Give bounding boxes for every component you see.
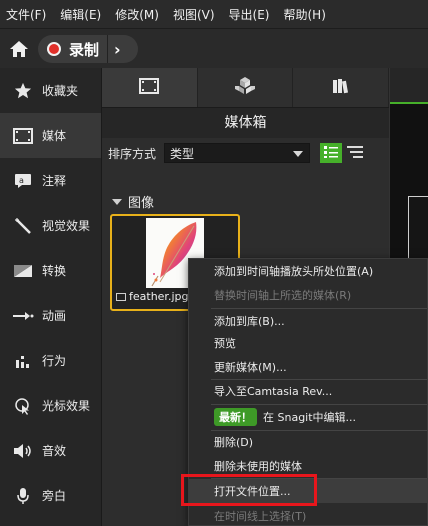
images-section-header[interactable]: 图像 (112, 192, 154, 211)
sidebar-item-label: 转换 (42, 264, 67, 278)
menu-view[interactable]: 视图(V) (173, 6, 215, 23)
toolbar: 录制 › (0, 28, 428, 68)
record-dot-icon (47, 42, 61, 56)
menu-file[interactable]: 文件(F) (6, 6, 46, 23)
sidebar-item-annotations[interactable]: a 注释 (0, 158, 101, 203)
menu-item-label: 更新媒体(M)... (214, 361, 287, 374)
menu-item-preview[interactable]: 预览 (189, 331, 428, 355)
menu-item-replace-selected-media[interactable]: 替换时间轴上所选的媒体(R) (189, 283, 428, 307)
image-file-icon (116, 292, 126, 301)
menu-item-select-on-timeline[interactable]: 在时间线上选择(T) (189, 504, 428, 526)
star-icon (12, 81, 34, 101)
sidebar-item-label: 光标效果 (42, 399, 91, 413)
sidebar-item-transitions[interactable]: 转换 (0, 248, 101, 293)
menu-bar: 文件(F) 编辑(E) 修改(M) 视图(V) 导出(E) 帮助(H) (0, 0, 428, 28)
panel-title: 媒体箱 (102, 108, 389, 138)
menu-item-label: 删除(D) (214, 436, 254, 449)
thumbnail-view-button[interactable] (320, 143, 343, 163)
sidebar-item-media[interactable]: 媒体 (0, 113, 101, 158)
record-label: 录制 (69, 40, 100, 59)
menu-item-label: 添加到时间轴播放头所处位置(A) (214, 265, 374, 278)
sidebar-item-visual-effects[interactable]: 视觉效果 (0, 203, 101, 248)
new-badge: 最新！ (214, 408, 257, 426)
record-options-chevron-icon[interactable]: › (114, 40, 121, 59)
sidebar-item-label: 媒体 (42, 129, 67, 143)
menu-export[interactable]: 导出(E) (229, 6, 270, 23)
list-view-button[interactable] (344, 143, 366, 163)
menu-item-delete[interactable]: 删除(D) (189, 430, 428, 454)
speaker-icon (12, 441, 34, 461)
menu-help[interactable]: 帮助(H) (283, 6, 325, 23)
record-divider (107, 35, 109, 63)
sort-select[interactable]: 类型 (164, 143, 311, 163)
sidebar-item-behaviors[interactable]: 行为 (0, 338, 101, 383)
menu-edit[interactable]: 编辑(E) (60, 6, 101, 23)
tab-books[interactable] (293, 68, 390, 107)
panel-tabs (102, 68, 390, 108)
behavior-icon (12, 351, 34, 371)
collapse-triangle-icon (112, 198, 122, 205)
sidebar-item-cursor-effects[interactable]: 光标效果 (0, 383, 101, 428)
sort-row: 排序方式 类型 (102, 138, 389, 168)
microphone-icon (12, 486, 34, 506)
menu-item-label: 导入至Camtasia Rev... (214, 385, 333, 398)
sidebar-item-label: 音效 (42, 444, 67, 458)
menu-item-update-media[interactable]: 更新媒体(M)... (189, 355, 428, 379)
highlight-annotation-box (181, 474, 317, 506)
animation-icon (12, 306, 34, 326)
menu-item-label: 预览 (214, 337, 236, 350)
sidebar-item-label: 动画 (42, 309, 67, 323)
menu-item-import-camtasia-rev[interactable]: 导入至Camtasia Rev... (189, 379, 428, 403)
library-icon (234, 76, 256, 99)
menu-item-label: 在 Snagit中编辑... (263, 411, 357, 424)
menu-item-label: 在时间线上选择(T) (214, 510, 307, 523)
grid-view-icon (324, 145, 339, 161)
sidebar-item-label: 注释 (42, 174, 67, 188)
menu-item-label: 添加到库(B)... (214, 315, 285, 328)
tab-library[interactable] (197, 68, 294, 107)
menu-item-label: 删除未使用的媒体 (214, 460, 302, 473)
sidebar-item-label: 视觉效果 (42, 219, 91, 233)
sidebar-item-label: 收藏夹 (42, 84, 79, 98)
canvas-toolbar (390, 68, 428, 104)
sidebar-item-audio-effects[interactable]: 音效 (0, 428, 101, 473)
list-view-icon (347, 145, 364, 161)
sort-label: 排序方式 (108, 146, 157, 161)
sort-select-value: 类型 (170, 146, 195, 161)
menu-modify[interactable]: 修改(M) (115, 6, 159, 23)
wand-icon (12, 216, 34, 236)
menu-item-add-to-library[interactable]: 添加到库(B)... (189, 309, 428, 333)
section-label: 图像 (128, 196, 155, 211)
sidebar-item-favorites[interactable]: 收藏夹 (0, 68, 101, 113)
film-icon (12, 126, 34, 146)
cursor-icon (12, 396, 34, 416)
sidebar-item-animations[interactable]: 动画 (0, 293, 101, 338)
tab-media-bin[interactable] (102, 68, 198, 107)
thumbnail-filename: feather.jpg (129, 290, 189, 303)
sidebar-item-voice-narration[interactable]: 旁白 (0, 473, 101, 518)
books-icon (331, 78, 351, 97)
sidebar-item-label: 行为 (42, 354, 67, 368)
record-button[interactable]: 录制 › (38, 35, 138, 63)
svg-text:a: a (19, 176, 24, 185)
home-icon[interactable] (8, 39, 30, 59)
menu-item-edit-in-snagit[interactable]: 最新！ 在 Snagit中编辑... (189, 405, 428, 429)
menu-item-label: 替换时间轴上所选的媒体(R) (214, 289, 352, 302)
sidebar-item-label: 旁白 (42, 489, 67, 503)
thumbnail-caption: feather.jpg (116, 290, 188, 303)
chevron-down-icon (293, 151, 304, 157)
media-bin-icon (139, 78, 160, 97)
sidebar: 收藏夹 媒体 a 注释 视觉效果 转换 动画 行为 光标效果 音效 旁白 (0, 68, 102, 526)
menu-item-add-to-timeline[interactable]: 添加到时间轴播放头所处位置(A) (189, 259, 428, 283)
annotation-icon: a (12, 171, 34, 191)
transition-icon (12, 261, 34, 281)
